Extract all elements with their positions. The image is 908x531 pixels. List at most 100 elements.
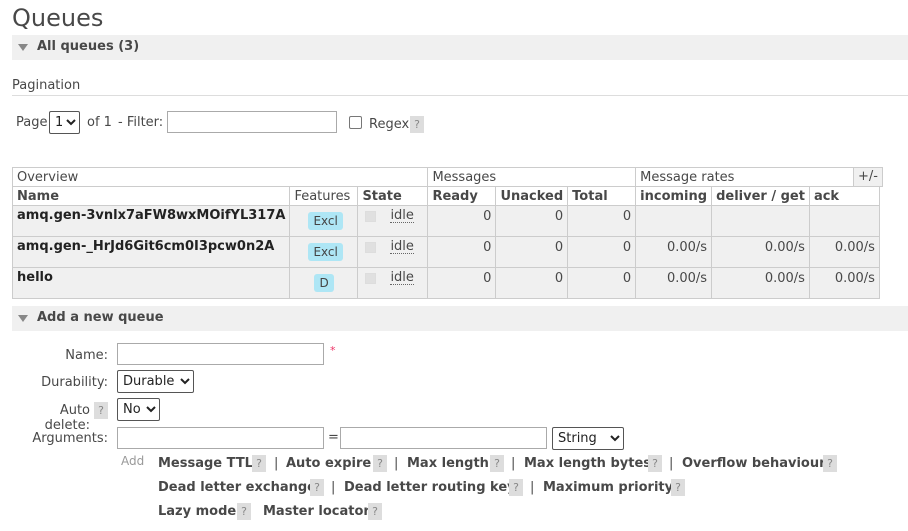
required-marker: *	[330, 344, 336, 357]
arg-dead-letter-routing-key-link[interactable]: Dead letter routing key	[344, 480, 516, 495]
col-name[interactable]: Name	[11, 186, 291, 206]
total-count: 0	[567, 267, 637, 299]
add-queue-section-toggle[interactable]: Add a new queue	[12, 306, 908, 331]
message-ttl-help-icon[interactable]: ?	[252, 455, 266, 472]
pagination-divider	[12, 95, 908, 96]
total-count: 0	[567, 236, 637, 268]
total-count: 0	[567, 205, 637, 237]
add-label: Add	[121, 454, 145, 468]
filter-input[interactable]	[167, 111, 337, 133]
ready-count: 0	[427, 205, 497, 237]
lazy-mode-help-icon[interactable]: ?	[237, 503, 251, 520]
name-label: Name:	[65, 348, 108, 363]
queue-name-link[interactable]: amq.gen-3vnlx7aFW8wxMOifYL317A	[11, 205, 291, 237]
arg-dead-letter-exchange-link[interactable]: Dead letter exchange	[158, 480, 316, 495]
all-queues-title: All queues (3)	[37, 39, 140, 54]
page-of-label: of 1	[87, 115, 112, 130]
auto-delete-help-icon[interactable]: ?	[94, 402, 108, 419]
arg-lazy-mode-link[interactable]: Lazy mode	[158, 504, 236, 519]
queues-table: Overview Messages Message rates Name Fea…	[11, 167, 880, 299]
group-overview: Overview	[11, 167, 429, 187]
feature-badge: Excl	[308, 243, 343, 261]
collapse-triangle-icon	[18, 44, 28, 51]
state-indicator-icon	[365, 272, 377, 284]
separator: |	[331, 480, 336, 495]
table-row: amq.gen-3vnlx7aFW8wxMOifYL317A Excl idle…	[11, 205, 880, 237]
columns-toggle-button[interactable]: +/-	[853, 167, 883, 187]
add-queue-title: Add a new queue	[37, 310, 164, 325]
ready-count: 0	[427, 267, 497, 299]
all-queues-section-toggle[interactable]: All queues (3)	[12, 35, 908, 60]
ready-count: 0	[427, 236, 497, 268]
col-deliver-get[interactable]: deliver / get	[711, 186, 810, 206]
regex-help-icon[interactable]: ?	[410, 116, 424, 133]
dead-letter-routing-key-help-icon[interactable]: ?	[509, 479, 523, 496]
page-title: Queues	[12, 4, 104, 32]
ack-rate: 0.00/s	[808, 267, 880, 299]
separator: |	[511, 456, 516, 471]
arg-overflow-behaviour-link[interactable]: Overflow behaviour	[682, 456, 826, 471]
col-total[interactable]: Total	[567, 186, 637, 206]
deliver-rate: 0.00/s	[711, 236, 810, 268]
table-row: hello D idle 0 0 0 0.00/s 0.00/s 0.00/s	[11, 267, 880, 299]
deliver-rate	[711, 205, 810, 237]
argument-key-input[interactable]	[117, 427, 324, 449]
arguments-label: Arguments:	[32, 431, 108, 446]
state-label: idle	[390, 208, 414, 223]
state-label: idle	[390, 270, 414, 285]
master-locator-help-icon[interactable]: ?	[368, 503, 382, 520]
page-label: Page	[16, 115, 48, 130]
dead-letter-exchange-help-icon[interactable]: ?	[310, 479, 324, 496]
equals-sign: =	[328, 430, 339, 445]
queue-name-input[interactable]	[117, 343, 324, 365]
state-indicator-icon	[365, 210, 377, 222]
deliver-rate: 0.00/s	[711, 267, 810, 299]
overflow-behaviour-help-icon[interactable]: ?	[823, 455, 837, 472]
arg-auto-expire-link[interactable]: Auto expire	[286, 456, 371, 471]
auto-delete-label: Auto delete:	[44, 403, 90, 433]
group-message-rates: Message rates	[635, 167, 880, 187]
unacked-count: 0	[495, 267, 569, 299]
col-ack[interactable]: ack	[808, 186, 880, 206]
arg-message-ttl-link[interactable]: Message TTL	[158, 456, 253, 471]
ack-rate: 0.00/s	[808, 236, 880, 268]
durability-select[interactable]: Durable	[117, 370, 194, 393]
argument-type-select[interactable]: String	[552, 427, 624, 450]
state-indicator-icon	[365, 241, 377, 253]
arg-max-length-link[interactable]: Max length	[407, 456, 489, 471]
pagination-label: Pagination	[12, 78, 81, 93]
col-ready[interactable]: Ready	[427, 186, 497, 206]
separator: |	[274, 456, 279, 471]
ack-rate	[808, 205, 880, 237]
incoming-rate: 0.00/s	[635, 236, 713, 268]
arg-master-locator-link[interactable]: Master locator	[263, 504, 370, 519]
col-state[interactable]: State	[357, 186, 429, 206]
durability-label: Durability:	[41, 375, 108, 390]
arg-max-length-bytes-link[interactable]: Max length bytes	[524, 456, 651, 471]
group-messages: Messages	[427, 167, 637, 187]
queue-name-link[interactable]: amq.gen-_HrJd6Git6cm0I3pcw0n2A	[11, 236, 291, 268]
queue-name-link[interactable]: hello	[11, 267, 291, 299]
separator: |	[669, 456, 674, 471]
col-incoming[interactable]: incoming	[635, 186, 713, 206]
page-select[interactable]: 1	[49, 111, 80, 134]
unacked-count: 0	[495, 205, 569, 237]
col-features: Features	[289, 186, 359, 206]
col-unacked[interactable]: Unacked	[495, 186, 569, 206]
filter-label: - Filter:	[118, 115, 164, 130]
max-length-bytes-help-icon[interactable]: ?	[648, 455, 662, 472]
regex-label: Regex	[369, 117, 410, 132]
arg-maximum-priority-link[interactable]: Maximum priority	[543, 480, 673, 495]
state-label: idle	[390, 239, 414, 254]
maximum-priority-help-icon[interactable]: ?	[671, 479, 685, 496]
incoming-rate	[635, 205, 713, 237]
collapse-triangle-icon	[18, 315, 28, 322]
argument-value-input[interactable]	[340, 427, 547, 449]
auto-expire-help-icon[interactable]: ?	[373, 455, 387, 472]
auto-delete-select[interactable]: No	[117, 398, 160, 421]
table-row: amq.gen-_HrJd6Git6cm0I3pcw0n2A Excl idle…	[11, 236, 880, 268]
regex-checkbox[interactable]	[349, 116, 362, 129]
incoming-rate: 0.00/s	[635, 267, 713, 299]
unacked-count: 0	[495, 236, 569, 268]
max-length-help-icon[interactable]: ?	[490, 455, 504, 472]
